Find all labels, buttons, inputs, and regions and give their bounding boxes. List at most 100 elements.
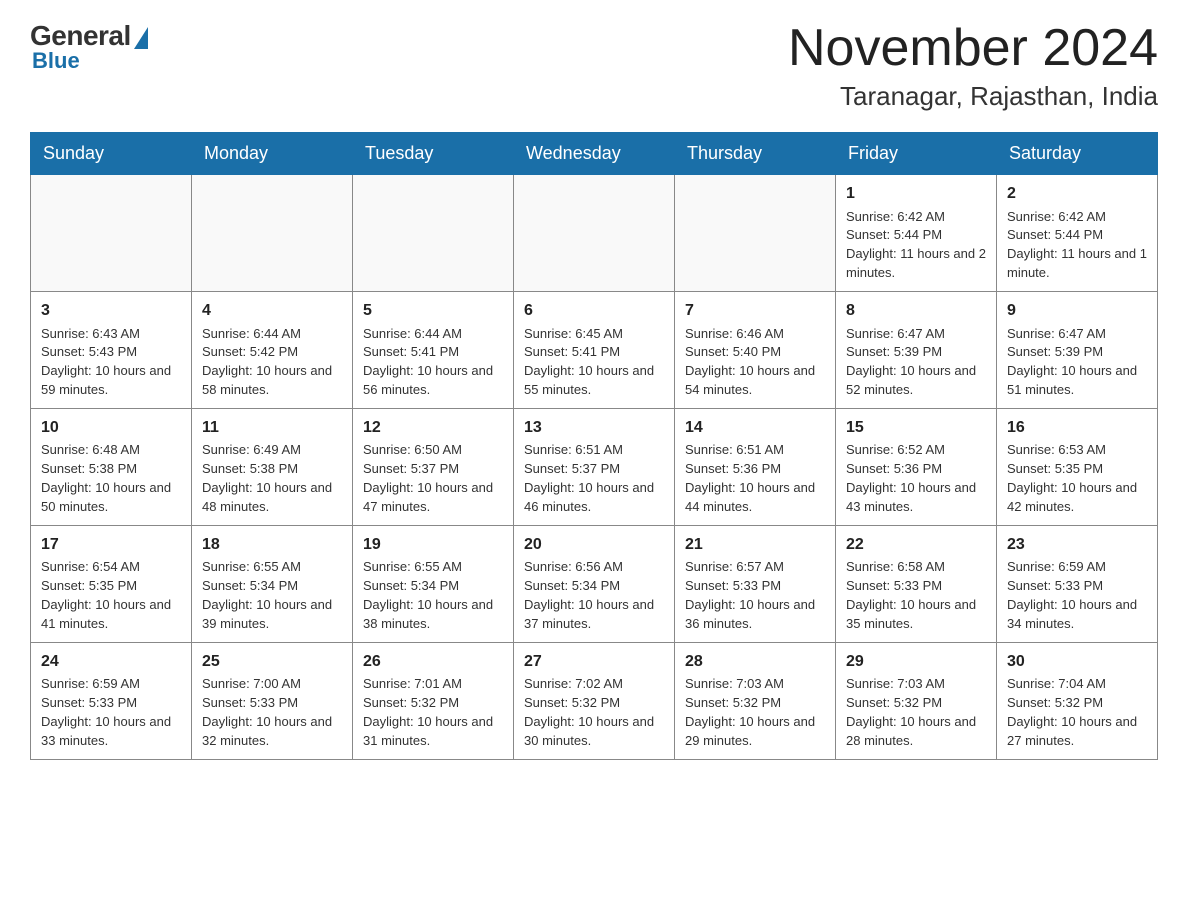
day-info: Sunrise: 6:58 AM Sunset: 5:33 PM Dayligh… xyxy=(846,559,976,631)
calendar-cell: 7Sunrise: 6:46 AM Sunset: 5:40 PM Daylig… xyxy=(675,292,836,409)
calendar-cell xyxy=(514,175,675,292)
calendar-week-row: 10 Sunrise: 6:48 AM Sunset: 5:38 PM Dayli… xyxy=(31,409,1158,526)
calendar-table: SundayMondayTuesdayWednesdayThursdayFrid… xyxy=(30,132,1158,760)
calendar-cell: 5 Sunrise: 6:44 AM Sunset: 5:41 PM Daylig… xyxy=(353,292,514,409)
day-info: Sunrise: 6:59 AM Sunset: 5:33 PM Dayligh… xyxy=(1007,559,1137,631)
weekday-header-sunday: Sunday xyxy=(31,133,192,175)
day-info: Sunrise: 6:51 AM Sunset: 5:36 PM Dayligh… xyxy=(685,442,815,514)
day-info: Sunrise: 7:04 AM Sunset: 5:32 PM Dayligh… xyxy=(1007,676,1137,748)
day-info: Sunrise: 6:43 AM Sunset: 5:43 PM Dayligh… xyxy=(41,326,171,398)
month-year-title: November 2024 xyxy=(788,20,1158,77)
calendar-cell: 28Sunrise: 7:03 AM Sunset: 5:32 PM Dayli… xyxy=(675,643,836,760)
calendar-week-row: 17 Sunrise: 6:54 AM Sunset: 5:35 PM Dayli… xyxy=(31,526,1158,643)
calendar-cell: 27 Sunrise: 7:02 AM Sunset: 5:32 PM Dayli… xyxy=(514,643,675,760)
weekday-header-row: SundayMondayTuesdayWednesdayThursdayFrid… xyxy=(31,133,1158,175)
logo-triangle-icon xyxy=(134,27,148,49)
calendar-cell: 21 Sunrise: 6:57 AM Sunset: 5:33 PM Dayli… xyxy=(675,526,836,643)
calendar-week-row: 1Sunrise: 6:42 AM Sunset: 5:44 PM Daylig… xyxy=(31,175,1158,292)
day-info: Sunrise: 7:01 AM Sunset: 5:32 PM Dayligh… xyxy=(363,676,493,748)
day-number: 5 xyxy=(363,300,503,322)
day-info: Sunrise: 6:49 AM Sunset: 5:38 PM Dayligh… xyxy=(202,442,332,514)
day-info: Sunrise: 7:02 AM Sunset: 5:32 PM Dayligh… xyxy=(524,676,654,748)
day-info: Sunrise: 6:55 AM Sunset: 5:34 PM Dayligh… xyxy=(363,559,493,631)
day-info: Sunrise: 6:44 AM Sunset: 5:41 PM Dayligh… xyxy=(363,326,493,398)
calendar-cell: 20 Sunrise: 6:56 AM Sunset: 5:34 PM Dayli… xyxy=(514,526,675,643)
day-number: 13 xyxy=(524,417,664,439)
day-number: 20 xyxy=(524,534,664,556)
day-info: Sunrise: 6:44 AM Sunset: 5:42 PM Dayligh… xyxy=(202,326,332,398)
weekday-header-friday: Friday xyxy=(836,133,997,175)
weekday-header-wednesday: Wednesday xyxy=(514,133,675,175)
day-number: 2 xyxy=(1007,183,1147,205)
calendar-cell: 19 Sunrise: 6:55 AM Sunset: 5:34 PM Dayli… xyxy=(353,526,514,643)
day-number: 27 xyxy=(524,651,664,673)
day-number: 16 xyxy=(1007,417,1147,439)
calendar-cell xyxy=(31,175,192,292)
calendar-cell: 8Sunrise: 6:47 AM Sunset: 5:39 PM Daylig… xyxy=(836,292,997,409)
calendar-cell: 12 Sunrise: 6:50 AM Sunset: 5:37 PM Dayli… xyxy=(353,409,514,526)
calendar-cell: 24 Sunrise: 6:59 AM Sunset: 5:33 PM Dayli… xyxy=(31,643,192,760)
calendar-cell: 30 Sunrise: 7:04 AM Sunset: 5:32 PM Dayli… xyxy=(997,643,1158,760)
day-info: Sunrise: 6:50 AM Sunset: 5:37 PM Dayligh… xyxy=(363,442,493,514)
calendar-cell: 18Sunrise: 6:55 AM Sunset: 5:34 PM Dayli… xyxy=(192,526,353,643)
day-number: 4 xyxy=(202,300,342,322)
day-info: Sunrise: 6:55 AM Sunset: 5:34 PM Dayligh… xyxy=(202,559,332,631)
calendar-cell: 11 Sunrise: 6:49 AM Sunset: 5:38 PM Dayli… xyxy=(192,409,353,526)
day-info: Sunrise: 6:57 AM Sunset: 5:33 PM Dayligh… xyxy=(685,559,815,631)
day-info: Sunrise: 7:03 AM Sunset: 5:32 PM Dayligh… xyxy=(846,676,976,748)
day-info: Sunrise: 6:42 AM Sunset: 5:44 PM Dayligh… xyxy=(846,209,986,281)
calendar-cell: 9 Sunrise: 6:47 AM Sunset: 5:39 PM Daylig… xyxy=(997,292,1158,409)
day-number: 3 xyxy=(41,300,181,322)
day-info: Sunrise: 6:46 AM Sunset: 5:40 PM Dayligh… xyxy=(685,326,815,398)
calendar-cell: 17 Sunrise: 6:54 AM Sunset: 5:35 PM Dayli… xyxy=(31,526,192,643)
day-number: 22 xyxy=(846,534,986,556)
day-info: Sunrise: 6:56 AM Sunset: 5:34 PM Dayligh… xyxy=(524,559,654,631)
day-number: 19 xyxy=(363,534,503,556)
calendar-cell: 16 Sunrise: 6:53 AM Sunset: 5:35 PM Dayli… xyxy=(997,409,1158,526)
day-number: 14 xyxy=(685,417,825,439)
day-number: 6 xyxy=(524,300,664,322)
calendar-cell: 10 Sunrise: 6:48 AM Sunset: 5:38 PM Dayli… xyxy=(31,409,192,526)
day-number: 17 xyxy=(41,534,181,556)
day-number: 21 xyxy=(685,534,825,556)
calendar-cell: 13Sunrise: 6:51 AM Sunset: 5:37 PM Dayli… xyxy=(514,409,675,526)
calendar-week-row: 3 Sunrise: 6:43 AM Sunset: 5:43 PM Daylig… xyxy=(31,292,1158,409)
calendar-cell: 23Sunrise: 6:59 AM Sunset: 5:33 PM Dayli… xyxy=(997,526,1158,643)
weekday-header-thursday: Thursday xyxy=(675,133,836,175)
calendar-cell: 2Sunrise: 6:42 AM Sunset: 5:44 PM Daylig… xyxy=(997,175,1158,292)
day-info: Sunrise: 6:47 AM Sunset: 5:39 PM Dayligh… xyxy=(1007,326,1137,398)
day-info: Sunrise: 6:47 AM Sunset: 5:39 PM Dayligh… xyxy=(846,326,976,398)
day-info: Sunrise: 6:45 AM Sunset: 5:41 PM Dayligh… xyxy=(524,326,654,398)
calendar-cell: 1Sunrise: 6:42 AM Sunset: 5:44 PM Daylig… xyxy=(836,175,997,292)
day-number: 24 xyxy=(41,651,181,673)
calendar-cell xyxy=(675,175,836,292)
day-number: 28 xyxy=(685,651,825,673)
calendar-cell: 15Sunrise: 6:52 AM Sunset: 5:36 PM Dayli… xyxy=(836,409,997,526)
calendar-cell: 26Sunrise: 7:01 AM Sunset: 5:32 PM Dayli… xyxy=(353,643,514,760)
weekday-header-monday: Monday xyxy=(192,133,353,175)
day-info: Sunrise: 6:52 AM Sunset: 5:36 PM Dayligh… xyxy=(846,442,976,514)
weekday-header-saturday: Saturday xyxy=(997,133,1158,175)
day-number: 9 xyxy=(1007,300,1147,322)
page-header: General Blue November 2024 Taranagar, Ra… xyxy=(30,20,1158,112)
calendar-cell: 22 Sunrise: 6:58 AM Sunset: 5:33 PM Dayli… xyxy=(836,526,997,643)
weekday-header-tuesday: Tuesday xyxy=(353,133,514,175)
day-number: 10 xyxy=(41,417,181,439)
calendar-cell: 3 Sunrise: 6:43 AM Sunset: 5:43 PM Daylig… xyxy=(31,292,192,409)
day-number: 12 xyxy=(363,417,503,439)
calendar-cell: 25Sunrise: 7:00 AM Sunset: 5:33 PM Dayli… xyxy=(192,643,353,760)
day-info: Sunrise: 6:53 AM Sunset: 5:35 PM Dayligh… xyxy=(1007,442,1137,514)
logo: General Blue xyxy=(30,20,148,74)
calendar-cell: 6 Sunrise: 6:45 AM Sunset: 5:41 PM Daylig… xyxy=(514,292,675,409)
day-number: 30 xyxy=(1007,651,1147,673)
calendar-cell xyxy=(192,175,353,292)
calendar-cell xyxy=(353,175,514,292)
day-info: Sunrise: 6:59 AM Sunset: 5:33 PM Dayligh… xyxy=(41,676,171,748)
day-number: 11 xyxy=(202,417,342,439)
day-info: Sunrise: 6:48 AM Sunset: 5:38 PM Dayligh… xyxy=(41,442,171,514)
calendar-cell: 14 Sunrise: 6:51 AM Sunset: 5:36 PM Dayli… xyxy=(675,409,836,526)
day-info: Sunrise: 6:54 AM Sunset: 5:35 PM Dayligh… xyxy=(41,559,171,631)
calendar-week-row: 24 Sunrise: 6:59 AM Sunset: 5:33 PM Dayli… xyxy=(31,643,1158,760)
logo-blue-text: Blue xyxy=(32,48,80,74)
location-subtitle: Taranagar, Rajasthan, India xyxy=(788,81,1158,112)
